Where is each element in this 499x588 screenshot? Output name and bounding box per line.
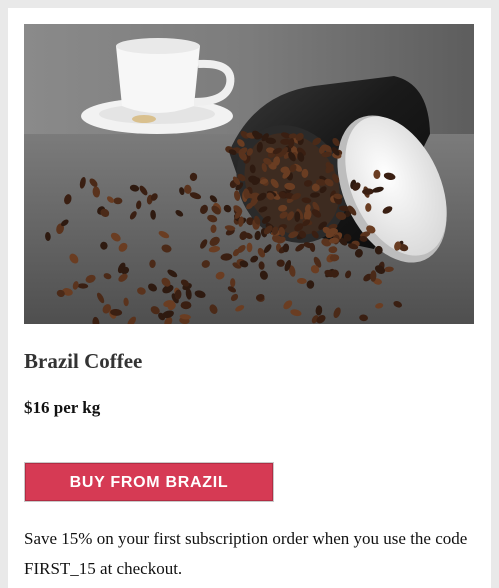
promo-text: Save 15% on your first subscription orde… (24, 529, 468, 578)
product-price: $16 per kg (24, 398, 101, 417)
buy-button[interactable]: BUY FROM BRAZIL (25, 463, 273, 501)
product-title: Brazil Coffee (24, 349, 143, 373)
product-photo (24, 24, 474, 324)
product-card: Brazil Coffee $16 per kg BUY FROM BRAZIL… (8, 8, 491, 588)
